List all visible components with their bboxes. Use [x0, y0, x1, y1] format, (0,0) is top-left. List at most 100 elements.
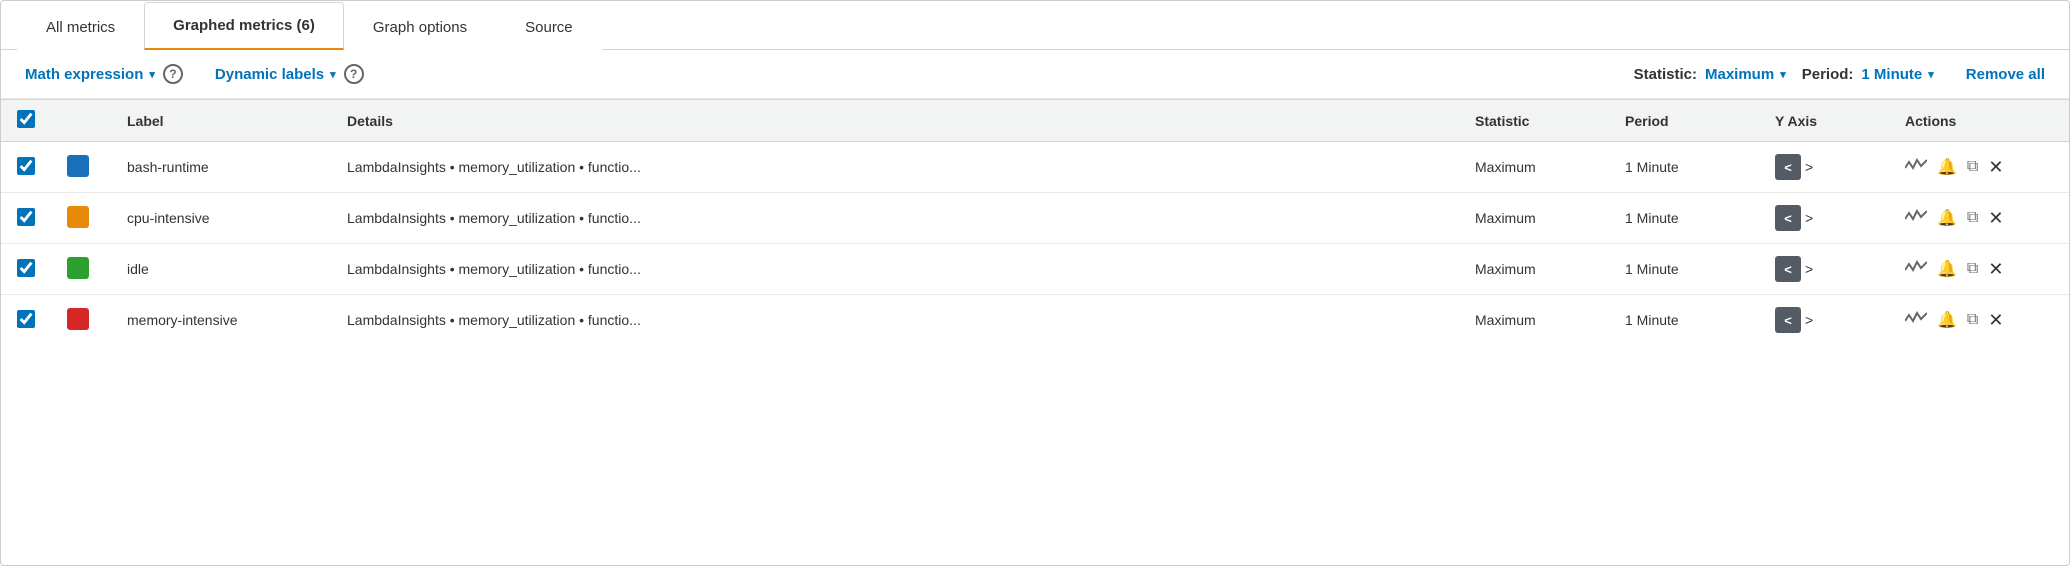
tab-graphed-metrics[interactable]: Graphed metrics (6)	[144, 2, 344, 50]
row-statistic-cell: Maximum	[1459, 193, 1609, 244]
action-icons: 🔔 ⧉ ✕	[1905, 259, 2053, 280]
math-expression-chevron: ▾	[149, 68, 155, 81]
y-axis-right-arrow[interactable]: >	[1805, 312, 1813, 328]
y-axis-left-btn[interactable]: <	[1775, 307, 1801, 333]
color-swatch[interactable]	[67, 308, 89, 330]
remove-icon[interactable]: ✕	[1988, 259, 2003, 280]
table-header-row: Label Details Statistic Period Y Axis Ac…	[1, 100, 2069, 142]
row-checkbox-cell	[1, 193, 51, 244]
remove-icon[interactable]: ✕	[1988, 157, 2003, 178]
row-checkbox[interactable]	[17, 208, 35, 226]
row-actions-cell: 🔔 ⧉ ✕	[1889, 295, 2069, 346]
row-checkbox-cell	[1, 244, 51, 295]
row-details: LambdaInsights • memory_utilization • fu…	[347, 159, 641, 175]
row-details-cell: LambdaInsights • memory_utilization • fu…	[331, 142, 1459, 193]
select-all-checkbox[interactable]	[17, 110, 35, 128]
table-row: cpu-intensive LambdaInsights • memory_ut…	[1, 193, 2069, 244]
tab-all-metrics[interactable]: All metrics	[17, 4, 144, 50]
row-checkbox[interactable]	[17, 259, 35, 277]
row-statistic-cell: Maximum	[1459, 142, 1609, 193]
row-period-cell: 1 Minute	[1609, 244, 1759, 295]
math-expression-help[interactable]: ?	[163, 64, 183, 84]
remove-icon[interactable]: ✕	[1988, 310, 2003, 331]
alarm-icon[interactable]: 🔔	[1937, 310, 1957, 330]
row-label: memory-intensive	[127, 312, 237, 328]
graph-metric-icon[interactable]	[1905, 209, 1927, 228]
copy-icon[interactable]: ⧉	[1967, 311, 1978, 329]
th-actions: Actions	[1889, 100, 2069, 142]
row-period: 1 Minute	[1625, 210, 1679, 226]
row-yaxis-cell: < >	[1759, 244, 1889, 295]
y-axis-left-btn[interactable]: <	[1775, 154, 1801, 180]
dynamic-labels-dropdown[interactable]: Dynamic labels ▾	[215, 66, 336, 83]
row-period: 1 Minute	[1625, 312, 1679, 328]
row-yaxis-cell: < >	[1759, 142, 1889, 193]
color-swatch[interactable]	[67, 257, 89, 279]
color-swatch[interactable]	[67, 206, 89, 228]
math-expression-dropdown[interactable]: Math expression ▾	[25, 66, 155, 83]
copy-icon[interactable]: ⧉	[1967, 209, 1978, 227]
y-axis-controls: < >	[1775, 256, 1873, 282]
row-statistic: Maximum	[1475, 261, 1536, 277]
y-axis-controls: < >	[1775, 205, 1873, 231]
statistic-group: Statistic: Maximum ▾	[1634, 66, 1786, 83]
alarm-icon[interactable]: 🔔	[1937, 157, 1957, 177]
period-chevron: ▾	[1928, 68, 1934, 81]
y-axis-right-arrow[interactable]: >	[1805, 261, 1813, 277]
row-details: LambdaInsights • memory_utilization • fu…	[347, 210, 641, 226]
row-checkbox[interactable]	[17, 157, 35, 175]
th-yaxis: Y Axis	[1759, 100, 1889, 142]
row-checkbox-cell	[1, 142, 51, 193]
row-details-cell: LambdaInsights • memory_utilization • fu…	[331, 193, 1459, 244]
tab-bar: All metrics Graphed metrics (6) Graph op…	[1, 1, 2069, 50]
row-label-cell: idle	[111, 244, 331, 295]
table-row: memory-intensive LambdaInsights • memory…	[1, 295, 2069, 346]
tab-source[interactable]: Source	[496, 4, 602, 50]
period-dropdown[interactable]: 1 Minute ▾	[1861, 66, 1933, 83]
statistic-value: Maximum	[1705, 66, 1774, 83]
y-axis-controls: < >	[1775, 307, 1873, 333]
th-color	[51, 100, 111, 142]
row-actions-cell: 🔔 ⧉ ✕	[1889, 142, 2069, 193]
dynamic-labels-help[interactable]: ?	[344, 64, 364, 84]
toolbar: Math expression ▾ ? Dynamic labels ▾ ? S…	[1, 50, 2069, 99]
toolbar-left: Math expression ▾ ? Dynamic labels ▾ ?	[25, 64, 364, 84]
row-checkbox[interactable]	[17, 310, 35, 328]
alarm-icon[interactable]: 🔔	[1937, 208, 1957, 228]
th-checkbox	[1, 100, 51, 142]
y-axis-controls: < >	[1775, 154, 1873, 180]
copy-icon[interactable]: ⧉	[1967, 260, 1978, 278]
toolbar-right: Statistic: Maximum ▾ Period: 1 Minute ▾ …	[1634, 66, 2045, 83]
y-axis-left-btn[interactable]: <	[1775, 205, 1801, 231]
th-statistic: Statistic	[1459, 100, 1609, 142]
row-details-cell: LambdaInsights • memory_utilization • fu…	[331, 295, 1459, 346]
table-row: idle LambdaInsights • memory_utilization…	[1, 244, 2069, 295]
remove-all-button[interactable]: Remove all	[1966, 66, 2045, 83]
statistic-dropdown[interactable]: Maximum ▾	[1705, 66, 1786, 83]
row-yaxis-cell: < >	[1759, 295, 1889, 346]
row-statistic-cell: Maximum	[1459, 244, 1609, 295]
remove-icon[interactable]: ✕	[1988, 208, 2003, 229]
graph-metric-icon[interactable]	[1905, 260, 1927, 279]
th-label: Label	[111, 100, 331, 142]
copy-icon[interactable]: ⧉	[1967, 158, 1978, 176]
row-statistic: Maximum	[1475, 210, 1536, 226]
y-axis-right-arrow[interactable]: >	[1805, 159, 1813, 175]
row-label-cell: bash-runtime	[111, 142, 331, 193]
row-label-cell: memory-intensive	[111, 295, 331, 346]
row-color-cell	[51, 193, 111, 244]
row-color-cell	[51, 244, 111, 295]
main-container: All metrics Graphed metrics (6) Graph op…	[0, 0, 2070, 566]
row-period: 1 Minute	[1625, 159, 1679, 175]
alarm-icon[interactable]: 🔔	[1937, 259, 1957, 279]
statistic-label: Statistic:	[1634, 66, 1697, 83]
color-swatch[interactable]	[67, 155, 89, 177]
y-axis-left-btn[interactable]: <	[1775, 256, 1801, 282]
y-axis-right-arrow[interactable]: >	[1805, 210, 1813, 226]
tab-graph-options[interactable]: Graph options	[344, 4, 496, 50]
graph-metric-icon[interactable]	[1905, 311, 1927, 330]
row-period: 1 Minute	[1625, 261, 1679, 277]
row-details-cell: LambdaInsights • memory_utilization • fu…	[331, 244, 1459, 295]
row-label: cpu-intensive	[127, 210, 210, 226]
graph-metric-icon[interactable]	[1905, 158, 1927, 177]
